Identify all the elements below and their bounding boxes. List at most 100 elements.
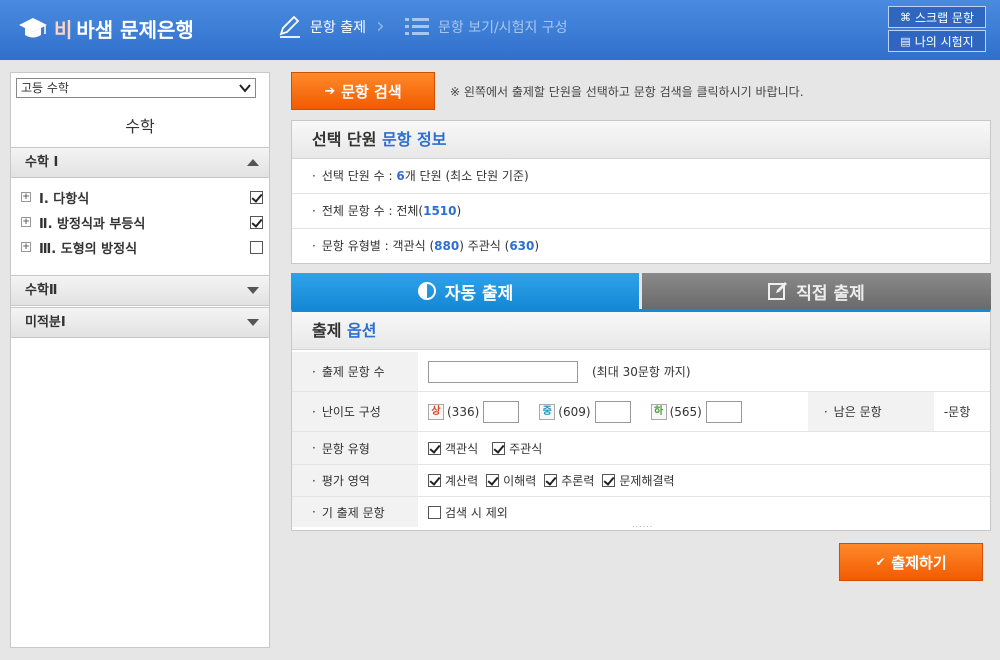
- logo-bi-text: 비: [54, 18, 73, 42]
- section-label: 수학Ⅱ: [25, 283, 58, 298]
- search-button-label: 문항 검색: [341, 82, 402, 101]
- submit-create-button[interactable]: ✔ 출제하기: [839, 543, 983, 581]
- option-label: · 난이도 구성: [292, 392, 418, 431]
- option-value: 검색 시 제외: [418, 497, 522, 527]
- area-calc-option[interactable]: 계산력: [428, 472, 478, 489]
- info-panel-title: 선택 단원 문항 정보: [292, 121, 990, 159]
- bullet: ·: [312, 505, 316, 519]
- unit-checkbox[interactable]: [250, 190, 263, 204]
- option-label: · 문항 유형: [292, 432, 418, 464]
- area-understand-option[interactable]: 이해력: [486, 472, 536, 489]
- bullet: ·: [312, 169, 316, 183]
- area-solve-checkbox[interactable]: [602, 474, 616, 487]
- type-mid: ) 주관식 (: [459, 239, 510, 253]
- tab-auto-create[interactable]: 자동 출제: [291, 273, 639, 309]
- pie-chart-icon: [417, 282, 436, 300]
- objective-count: 880: [434, 239, 460, 253]
- unit-item-polynomial[interactable]: + Ⅰ. 다항식: [21, 187, 267, 207]
- difficulty-low-count: (565): [669, 404, 702, 419]
- difficulty-low-input[interactable]: [705, 400, 742, 423]
- unit-checkbox[interactable]: [250, 215, 263, 229]
- unit-label: Ⅱ. 방정식과 부등식: [39, 216, 146, 232]
- section-label: 미적분Ⅰ: [25, 315, 66, 330]
- unit-count-suffix: 개 단원 (최소 단원 기준): [404, 169, 529, 183]
- section-math1[interactable]: 수학 Ⅰ: [11, 147, 269, 178]
- option-row-difficulty: · 난이도 구성 상 (336) 중 (609) 하 (565) · 남은 문항 -…: [292, 392, 990, 432]
- bullet: ·: [823, 404, 828, 419]
- subjective-count: 630: [509, 239, 535, 253]
- unit-checkbox[interactable]: [250, 240, 263, 254]
- expand-plus-icon[interactable]: +: [21, 217, 31, 227]
- type-objective-checkbox[interactable]: [428, 441, 441, 455]
- check-icon: ✔: [875, 555, 886, 569]
- area-understand-checkbox[interactable]: [486, 474, 500, 487]
- expand-triangle-icon: [247, 287, 259, 294]
- bullet: ·: [312, 441, 316, 455]
- difficulty-mid-badge: 중: [539, 403, 556, 420]
- difficulty-mid-input[interactable]: [594, 400, 631, 423]
- difficulty-high-input[interactable]: [483, 400, 520, 423]
- type-subjective-checkbox[interactable]: [492, 441, 506, 455]
- remaining-value: -문항: [943, 405, 971, 419]
- prior-exclude-option[interactable]: 검색 시 제외: [428, 504, 508, 521]
- option-value: 객관식 주관식: [418, 432, 556, 464]
- step-chevron-icon: ›: [376, 14, 385, 39]
- type-objective-option[interactable]: 객관식: [428, 440, 478, 457]
- section-label: 수학 Ⅰ: [25, 155, 59, 170]
- expand-plus-icon[interactable]: +: [21, 192, 31, 202]
- type-label: 문항 유형별 : 객관식 (: [321, 239, 435, 253]
- unit-count-value: 6: [396, 169, 405, 183]
- options-panel-title: 출제 옵션: [292, 312, 990, 350]
- remaining-label: · 남은 문항: [807, 392, 934, 431]
- clip-icon: ⌘: [899, 10, 911, 24]
- difficulty-mid: 중 (609): [539, 400, 631, 423]
- options-title-part1: 출제: [312, 321, 342, 340]
- tab-manual-label: 직접 출제: [796, 283, 865, 304]
- total-suffix: ): [456, 204, 462, 218]
- type-subjective-option[interactable]: 주관식: [492, 440, 542, 457]
- option-row-type: · 문항 유형 객관식 주관식: [292, 432, 990, 465]
- unit-sidebar: 고등 수학 수학 수학 Ⅰ + Ⅰ. 다항식 + Ⅱ. 방정식과 부등식 + Ⅲ…: [10, 72, 270, 648]
- prior-exclude-checkbox[interactable]: [428, 505, 441, 519]
- area-understand-label: 이해력: [503, 474, 537, 488]
- info-row-total: · 전체 문항 수 : 전체(1510): [292, 194, 990, 229]
- unit-count-label: 선택 단원 수 :: [321, 169, 397, 183]
- resize-handle[interactable]: ......: [632, 520, 653, 529]
- area-reason-option[interactable]: 추론력: [544, 472, 594, 489]
- area-solve-label: 문제해결력: [619, 474, 675, 488]
- area-solve-option[interactable]: 문제해결력: [602, 472, 675, 489]
- area-reason-label: 추론력: [561, 474, 595, 488]
- section-calculus1[interactable]: 미적분Ⅰ: [11, 307, 269, 338]
- step-question-create[interactable]: 문항 출제: [278, 16, 366, 38]
- difficulty-low-badge: 하: [650, 403, 667, 420]
- option-label: · 출제 문항 수: [292, 352, 418, 391]
- scrap-button[interactable]: ⌘ 스크랩 문항: [888, 6, 986, 28]
- step-question-view[interactable]: 문항 보기/시험지 구성: [404, 16, 568, 38]
- option-label: · 평가 영역: [292, 465, 418, 496]
- subject-title: 수학: [125, 117, 155, 136]
- my-exam-button[interactable]: ▤ 나의 시험지: [888, 30, 986, 52]
- area-calc-checkbox[interactable]: [428, 474, 441, 487]
- pencil-icon: [279, 16, 300, 38]
- list-icon: [405, 18, 429, 35]
- unit-item-equation[interactable]: + Ⅱ. 방정식과 부등식: [21, 212, 267, 232]
- subject-select[interactable]: 고등 수학: [16, 78, 256, 98]
- option-value: 상 (336) 중 (609) 하 (565): [418, 392, 762, 431]
- question-count-input[interactable]: [428, 360, 578, 383]
- edit-icon: [768, 282, 788, 300]
- expand-plus-icon[interactable]: +: [21, 242, 31, 252]
- bullet: ·: [312, 239, 316, 253]
- question-search-button[interactable]: ➔ 문항 검색: [291, 72, 435, 110]
- arrow-right-icon: ➔: [324, 83, 336, 99]
- option-value: (최대 30문항 까지): [418, 352, 691, 391]
- scrap-button-label: 스크랩 문항: [914, 10, 974, 25]
- tab-manual-create[interactable]: 직접 출제: [642, 273, 991, 309]
- area-reason-checkbox[interactable]: [544, 474, 558, 487]
- search-hint: ※ 왼쪽에서 출제할 단원을 선택하고 문항 검색을 클릭하시기 바랍니다.: [450, 85, 804, 99]
- section-math2[interactable]: 수학Ⅱ: [11, 275, 269, 306]
- option-value: 계산력 이해력 추론력 문제해결력: [418, 465, 689, 496]
- area-calc-label: 계산력: [445, 474, 479, 488]
- unit-item-geometry[interactable]: + Ⅲ. 도형의 방정식: [21, 237, 267, 257]
- expand-triangle-icon: [247, 319, 259, 326]
- app-logo[interactable]: 비 바샘 문제은행: [18, 14, 194, 43]
